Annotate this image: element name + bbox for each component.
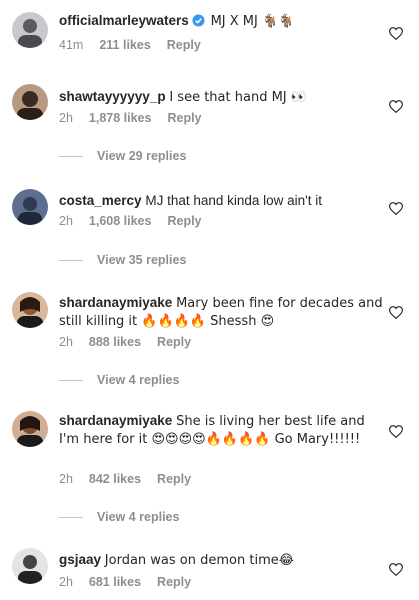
avatar[interactable] — [12, 84, 48, 120]
comment-time: 2h — [59, 575, 73, 589]
comment-time: 2h — [59, 214, 73, 228]
comment-text-block: officialmarleywaters MJ X MJ 🐐🐐 — [59, 12, 383, 31]
reply-button[interactable]: Reply — [167, 111, 201, 125]
username[interactable]: shawtayyyyyy_p — [59, 89, 166, 104]
divider-line — [59, 155, 83, 157]
comment-meta: 2h 1,608 likes Reply — [59, 214, 202, 228]
divider-line — [59, 259, 83, 261]
likes-count[interactable]: 1,608 likes — [89, 214, 152, 228]
comment-text: I see that hand MJ 👀 — [169, 90, 307, 105]
comment-text-block: shardanaymiyake Mary been fine for decad… — [59, 294, 383, 330]
comment-text-block: shardanaymiyake She is living her best l… — [59, 412, 383, 448]
comment-meta: 2h 1,878 likes Reply — [59, 111, 202, 125]
heart-icon[interactable] — [389, 100, 403, 113]
heart-icon[interactable] — [389, 202, 403, 215]
view-replies-label[interactable]: View 35 replies — [97, 253, 186, 267]
comment-time: 2h — [59, 111, 73, 125]
reply-button[interactable]: Reply — [167, 214, 201, 228]
avatar[interactable] — [12, 12, 48, 48]
avatar[interactable] — [12, 411, 48, 447]
comment-text-block: gsjaay Jordan was on demon time😂 — [59, 551, 383, 569]
avatar[interactable] — [12, 292, 48, 328]
likes-count[interactable]: 842 likes — [89, 472, 141, 486]
comment-time: 2h — [59, 472, 73, 486]
likes-count[interactable]: 211 likes — [99, 38, 150, 52]
heart-icon[interactable] — [389, 563, 403, 576]
comment-meta: 2h 888 likes Reply — [59, 335, 191, 349]
reply-button[interactable]: Reply — [157, 472, 191, 486]
username[interactable]: officialmarleywaters — [59, 13, 189, 28]
comment-text: MJ X MJ 🐐🐐 — [210, 14, 295, 29]
reply-button[interactable]: Reply — [157, 335, 191, 349]
view-replies-button[interactable]: View 35 replies — [59, 253, 186, 267]
avatar[interactable] — [12, 189, 48, 225]
heart-icon[interactable] — [389, 27, 403, 40]
comment-text: MJ that hand kinda low ain't it — [145, 193, 323, 208]
heart-icon[interactable] — [389, 425, 403, 438]
view-replies-button[interactable]: View 4 replies — [59, 373, 179, 387]
reply-button[interactable]: Reply — [157, 575, 191, 589]
comment-meta: 2h 681 likes Reply — [59, 575, 191, 589]
view-replies-label[interactable]: View 29 replies — [97, 149, 186, 163]
comment-text: Jordan was on demon time😂 — [104, 553, 294, 568]
verified-badge-icon — [192, 14, 205, 31]
likes-count[interactable]: 681 likes — [89, 575, 141, 589]
username[interactable]: shardanaymiyake — [59, 295, 172, 310]
reply-button[interactable]: Reply — [167, 38, 201, 52]
comment-time: 2h — [59, 335, 73, 349]
username[interactable]: costa_mercy — [59, 193, 142, 208]
likes-count[interactable]: 888 likes — [89, 335, 141, 349]
comment-time: 41m — [59, 38, 84, 52]
username[interactable]: gsjaay — [59, 552, 101, 567]
view-replies-button[interactable]: View 4 replies — [59, 510, 179, 524]
comment-meta: 41m 211 likes Reply — [59, 38, 201, 52]
comment-text-block: costa_mercy MJ that hand kinda low ain't… — [59, 192, 383, 209]
view-replies-label[interactable]: View 4 replies — [97, 373, 179, 387]
likes-count[interactable]: 1,878 likes — [89, 111, 152, 125]
view-replies-button[interactable]: View 29 replies — [59, 149, 186, 163]
heart-icon[interactable] — [389, 306, 403, 319]
divider-line — [59, 516, 83, 518]
divider-line — [59, 379, 83, 381]
username[interactable]: shardanaymiyake — [59, 413, 172, 428]
view-replies-label[interactable]: View 4 replies — [97, 510, 179, 524]
comment-text-block: shawtayyyyyy_p I see that hand MJ 👀 — [59, 88, 383, 106]
avatar[interactable] — [12, 548, 48, 584]
comment-meta: 2h 842 likes Reply — [59, 472, 191, 486]
